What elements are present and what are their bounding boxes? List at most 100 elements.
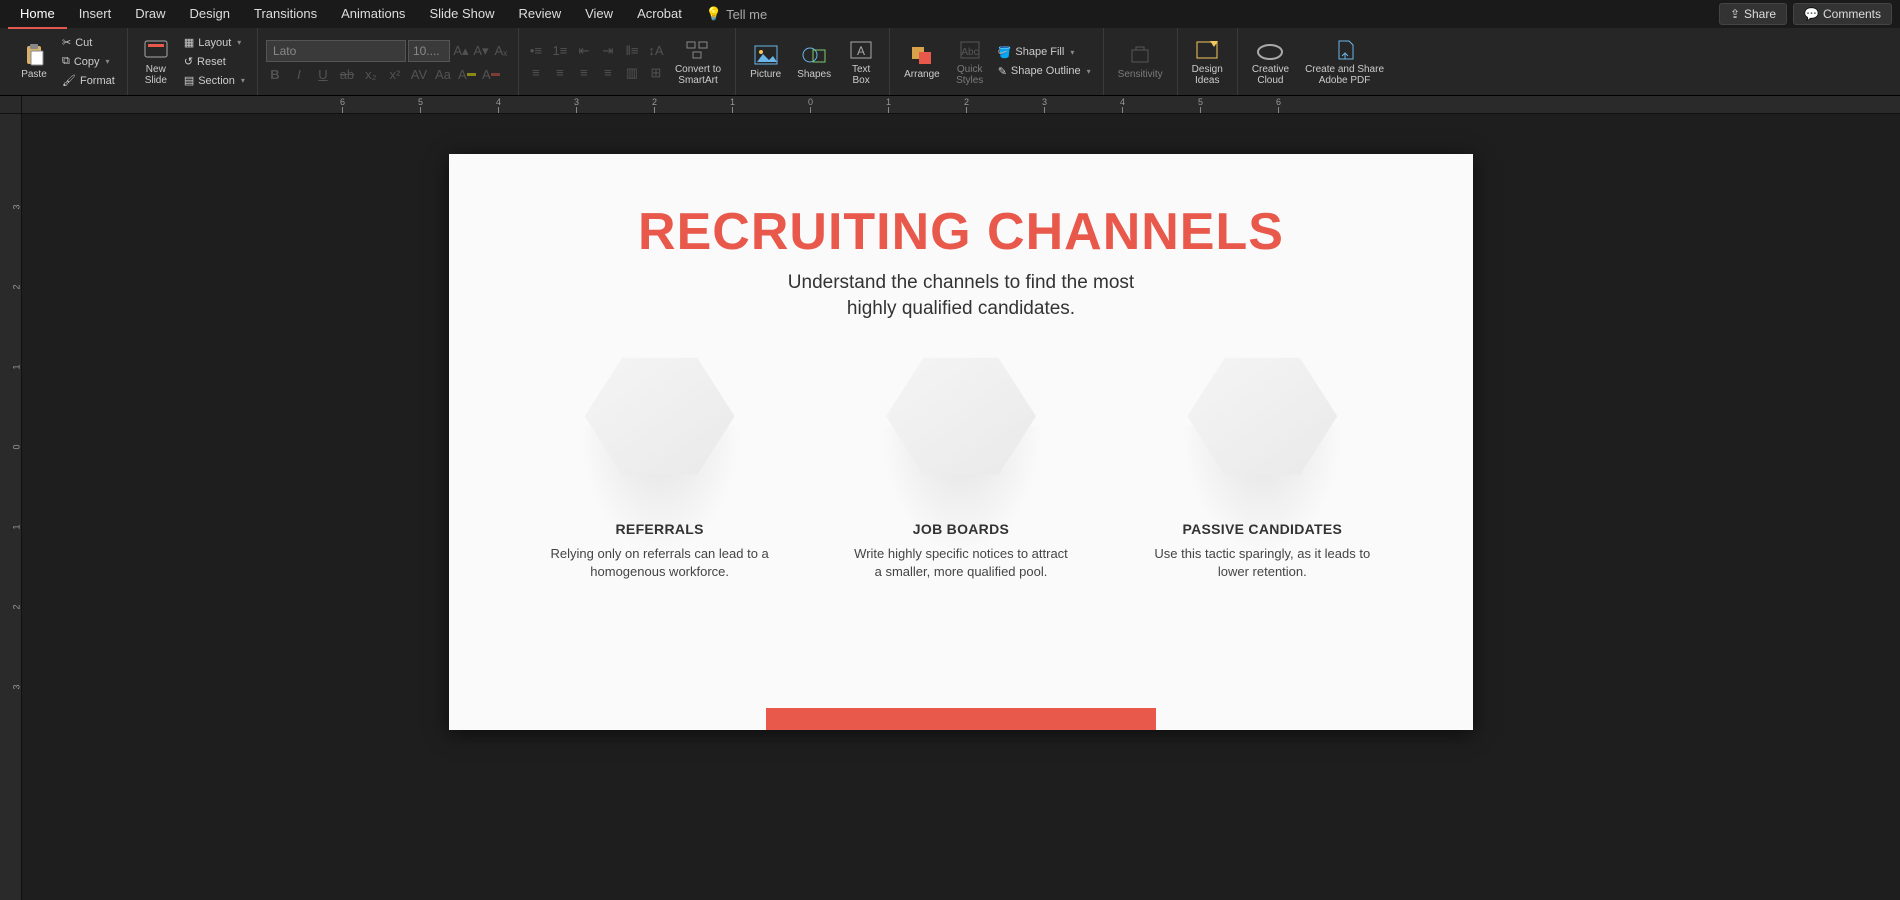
paste-button[interactable]: Paste [14,41,54,82]
format-painter-button[interactable]: 🖌Format [58,72,119,89]
copy-button[interactable]: ⧉Copy▾ [58,53,119,70]
line-spacing-button[interactable]: ‖≡ [623,42,641,60]
design-ideas-button[interactable]: Design Ideas [1186,36,1229,88]
picture-label: Picture [750,69,781,80]
ruler-tick: 1 [730,97,735,107]
picture-button[interactable]: Picture [744,41,787,82]
menu-acrobat[interactable]: Acrobat [625,0,694,29]
comments-button[interactable]: 💬 Comments [1793,3,1892,25]
hexagon-shape[interactable] [831,351,1091,521]
slide-subtitle[interactable]: Understand the channels to find the most… [449,270,1473,321]
change-case-button[interactable]: Aa [434,66,452,84]
align-center-button[interactable]: ≡ [551,64,569,82]
creative-cloud-button[interactable]: Creative Cloud [1246,36,1295,88]
font-size-select[interactable] [408,40,450,62]
justify-button[interactable]: ≡ [599,64,617,82]
share-icon: ⇪ [1730,7,1740,21]
vertical-ruler[interactable]: 3 2 1 0 1 2 3 [0,114,22,900]
ruler-tick: 1 [886,97,891,107]
pdf-icon [1331,38,1359,62]
clear-format-icon[interactable]: Aₓ [492,42,510,60]
ribbon-font: A▴ A▾ Aₓ B I U ab x₂ x² AV Aa A A [258,28,519,95]
comments-label: Comments [1823,7,1881,21]
slide-column[interactable]: PASSIVE CANDIDATES Use this tactic spari… [1132,351,1392,580]
ruler-tick: 3 [11,204,21,209]
share-button[interactable]: ⇪ Share [1719,3,1787,25]
ribbon-sensitivity: Sensitivity [1104,28,1178,95]
align-left-button[interactable]: ≡ [527,64,545,82]
design-ideas-icon [1193,38,1221,62]
quick-styles-button[interactable]: Abc Quick Styles [950,36,990,88]
cut-button[interactable]: ✂Cut [58,34,119,51]
convert-smartart-button[interactable]: Convert to SmartArt [669,36,727,88]
brush-icon: 🖌 [62,74,76,87]
shape-outline-button[interactable]: ✎Shape Outline▾ [994,63,1095,80]
chevron-down-icon: ▾ [1070,48,1074,57]
underline-button[interactable]: U [314,66,332,84]
highlight-button[interactable]: A [458,66,476,84]
font-family-select[interactable] [266,40,406,62]
slide-column[interactable]: JOB BOARDS Write highly specific notices… [831,351,1091,580]
increase-font-icon[interactable]: A▴ [452,42,470,60]
menu-items: Home Insert Draw Design Transitions Anim… [8,0,767,29]
slide-title[interactable]: RECRUITING CHANNELS [449,202,1473,262]
decrease-font-icon[interactable]: A▾ [472,42,490,60]
reset-label: Reset [197,56,226,68]
section-button[interactable]: ▤Section▾ [180,72,249,89]
strike-button[interactable]: ab [338,66,356,84]
ribbon-designer: Design Ideas [1178,28,1238,95]
italic-button[interactable]: I [290,66,308,84]
indent-inc-button[interactable]: ⇥ [599,42,617,60]
adobe-pdf-button[interactable]: Create and Share Adobe PDF [1299,36,1390,88]
hexagon-shape[interactable] [530,351,790,521]
textbox-button[interactable]: A Text Box [841,36,881,88]
char-spacing-button[interactable]: AV [410,66,428,84]
accent-bar[interactable] [766,708,1156,730]
layout-button[interactable]: ▦Layout▾ [180,34,249,51]
hexagon-shape[interactable] [1132,351,1392,521]
slide[interactable]: RECRUITING CHANNELS Understand the chann… [449,154,1473,730]
ruler-tick: 1 [11,524,21,529]
ribbon-paragraph: •≡ 1≡ ⇤ ⇥ ‖≡ ↕A ≡ ≡ ≡ ≡ ▥ ⊞ Convert to S… [519,28,736,95]
indent-dec-button[interactable]: ⇤ [575,42,593,60]
svg-text:Abc: Abc [961,47,978,58]
shapes-button[interactable]: Shapes [791,41,837,82]
bullets-button[interactable]: •≡ [527,42,545,60]
shape-fill-button[interactable]: 🪣Shape Fill▾ [994,44,1095,61]
menu-slideshow[interactable]: Slide Show [417,0,506,29]
superscript-button[interactable]: x² [386,66,404,84]
arrange-button[interactable]: Arrange [898,41,946,82]
menu-home[interactable]: Home [8,0,67,29]
menu-transitions[interactable]: Transitions [242,0,329,29]
tell-me[interactable]: 💡 Tell me [706,0,767,29]
ribbon-slides: New Slide ▦Layout▾ ↺Reset ▤Section▾ [128,28,258,95]
menu-draw[interactable]: Draw [123,0,177,29]
menu-design[interactable]: Design [178,0,242,29]
reset-button[interactable]: ↺Reset [180,53,249,70]
ruler-tick: 0 [808,97,813,107]
ribbon-insert: Picture Shapes A Text Box [736,28,890,95]
align-right-button[interactable]: ≡ [575,64,593,82]
ruler-corner [0,96,22,114]
sensitivity-button[interactable]: Sensitivity [1112,41,1169,82]
menu-view[interactable]: View [573,0,625,29]
font-color-button[interactable]: A [482,66,500,84]
paste-icon [20,43,48,67]
menu-animations[interactable]: Animations [329,0,417,29]
slide-canvas[interactable]: RECRUITING CHANNELS Understand the chann… [22,114,1900,900]
new-slide-button[interactable]: New Slide [136,36,176,88]
align-text-button[interactable]: ⊞ [647,64,665,82]
chevron-down-icon: ▾ [1087,67,1091,76]
subscript-button[interactable]: x₂ [362,66,380,84]
numbering-button[interactable]: 1≡ [551,42,569,60]
menu-review[interactable]: Review [506,0,573,29]
horizontal-ruler[interactable]: 6 5 4 3 2 1 0 1 2 3 4 5 6 [22,96,1900,114]
columns-button[interactable]: ▥ [623,64,641,82]
bold-button[interactable]: B [266,66,284,84]
slide-column[interactable]: REFERRALS Relying only on referrals can … [530,351,790,580]
ruler-tick: 3 [1042,97,1047,107]
text-direction-button[interactable]: ↕A [647,42,665,60]
smartart-label: Convert to SmartArt [675,64,721,86]
menu-insert[interactable]: Insert [67,0,124,29]
layout-icon: ▦ [184,36,194,49]
